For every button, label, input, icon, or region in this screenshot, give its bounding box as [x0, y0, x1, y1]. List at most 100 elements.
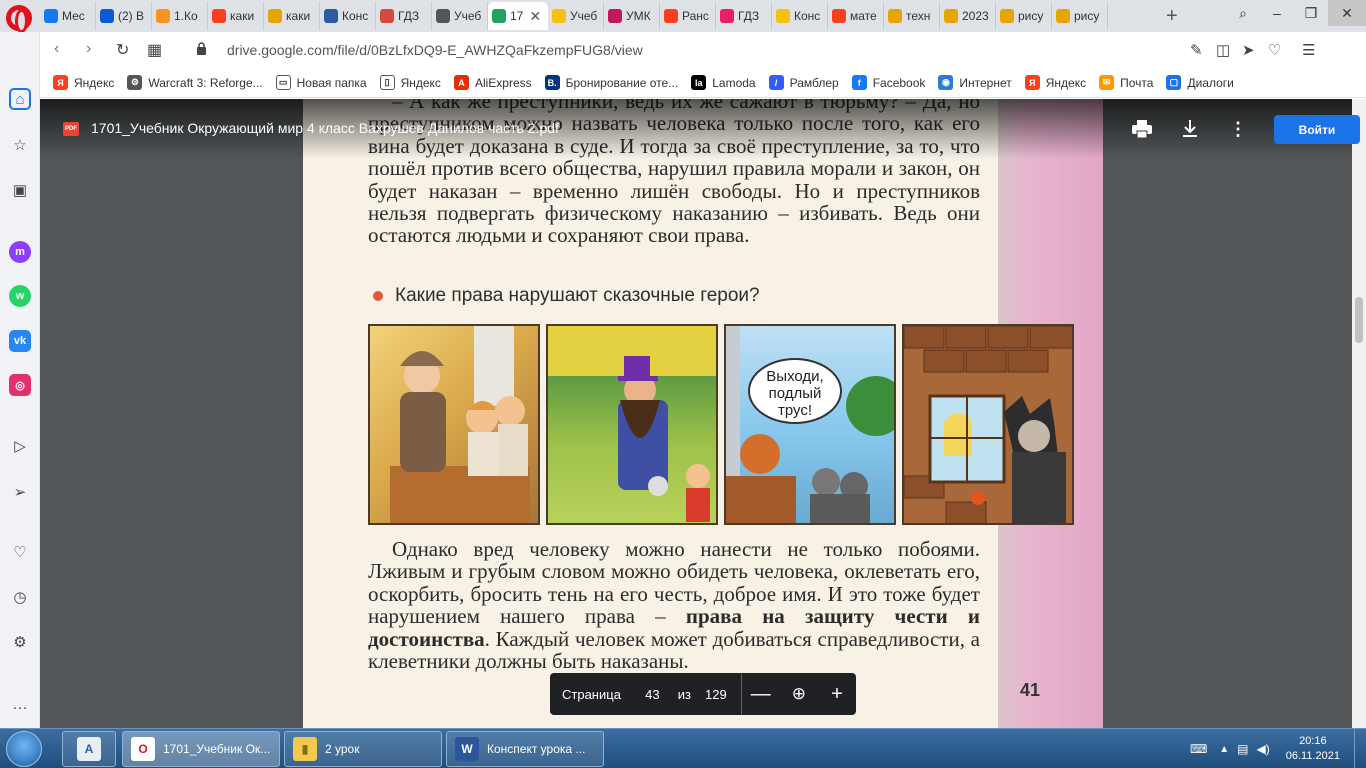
- tab[interactable]: ГДЗ: [716, 2, 772, 30]
- print-icon[interactable]: [1130, 117, 1154, 141]
- tab[interactable]: УМК: [604, 2, 660, 30]
- bookmark-item[interactable]: f Facebook: [851, 75, 925, 90]
- taskbar-app[interactable]: O 1701_Учебник Ок...: [122, 731, 280, 767]
- more-options-icon[interactable]: ⋮: [1226, 117, 1250, 141]
- tab[interactable]: мате: [828, 2, 884, 30]
- whatsapp-icon[interactable]: w: [9, 285, 31, 307]
- tab-grid-icon[interactable]: ▦: [147, 40, 162, 60]
- tab[interactable]: рису: [1052, 2, 1108, 30]
- tab[interactable]: 2023: [940, 2, 996, 30]
- heart-icon[interactable]: ♡: [9, 541, 31, 563]
- close-tab-icon[interactable]: ✕: [529, 8, 541, 25]
- keyboard-icon[interactable]: ⌨: [1190, 742, 1207, 756]
- easy-setup-icon[interactable]: ☰: [1302, 41, 1315, 59]
- more-icon[interactable]: ···: [9, 696, 31, 718]
- tab[interactable]: Учеб: [432, 2, 488, 30]
- flow-icon[interactable]: ➢: [9, 481, 31, 503]
- grandmother-hits-children-illustration: [390, 326, 530, 523]
- search-tabs-icon[interactable]: ⌕: [1226, 0, 1260, 26]
- bookmark-item[interactable]: A AliExpress: [453, 75, 532, 90]
- tab[interactable]: рису: [996, 2, 1052, 30]
- settings-icon[interactable]: ⚙: [9, 631, 31, 653]
- tab[interactable]: Конс: [320, 2, 376, 30]
- bookmark-item[interactable]: la Lamoda: [691, 75, 756, 90]
- download-icon[interactable]: [1178, 117, 1202, 141]
- tab-label: Мес: [62, 9, 85, 23]
- tab[interactable]: (2) В: [96, 2, 152, 30]
- bookmark-item[interactable]: Я Яндекс: [53, 75, 114, 90]
- network-icon[interactable]: ▤: [1237, 742, 1248, 756]
- address-bar: ‹ › ↻ ▦ drive.google.com/file/d/0BzLfxDQ…: [40, 32, 1366, 68]
- star-icon[interactable]: ☆: [9, 134, 31, 156]
- zoom-icon[interactable]: ⊕: [780, 684, 818, 704]
- back-icon[interactable]: ‹: [54, 40, 59, 58]
- bookmark-item[interactable]: ✉ Почта: [1099, 75, 1153, 90]
- umk-icon: [608, 9, 622, 23]
- viewer-scrollbar[interactable]: [1352, 99, 1366, 728]
- tab[interactable]: 17 ✕: [488, 2, 548, 30]
- taskbar-pinned-app[interactable]: A: [62, 731, 116, 767]
- bookmark-label: Бронирование оте...: [565, 75, 679, 90]
- lock-icon[interactable]: [196, 42, 207, 55]
- bookmark-item[interactable]: ▯ Яндекс: [379, 75, 441, 90]
- tab[interactable]: каки: [208, 2, 264, 30]
- tab-strip: Мес (2) В 1.Ко каки каки Конс ГДЗ Учеб 17 ✕ Учеб УМ…: [0, 0, 1366, 33]
- new-tab-icon[interactable]: +: [1166, 5, 1178, 28]
- pdf-viewer[interactable]: – А как же преступники, ведь их же сажаю…: [40, 99, 1366, 728]
- show-hidden-icon[interactable]: ▲: [1219, 744, 1229, 755]
- url-input[interactable]: drive.google.com/file/d/0BzLfxDQ9-E_AWHZ…: [227, 42, 643, 58]
- zoom-in-icon[interactable]: +: [818, 683, 856, 706]
- comic-strip: Выходи, подлый трус!: [368, 324, 1074, 525]
- taskbar-app[interactable]: W Конспект урока ...: [446, 731, 604, 767]
- heart-icon[interactable]: ♡: [1268, 41, 1281, 59]
- image-icon: [888, 9, 902, 23]
- close-window-icon[interactable]: ✕: [1328, 0, 1366, 26]
- player-icon[interactable]: ▷: [9, 435, 31, 457]
- tab[interactable]: ГДЗ: [376, 2, 432, 30]
- send-icon[interactable]: ➤: [1242, 41, 1255, 59]
- history-icon[interactable]: ◷: [9, 586, 31, 608]
- forward-icon[interactable]: ›: [86, 40, 91, 58]
- reload-icon[interactable]: ↻: [116, 40, 129, 60]
- bookmark-item[interactable]: ▭ Новая папка: [275, 75, 367, 90]
- clock[interactable]: 20:16 06.11.2021: [1286, 734, 1340, 764]
- instagram-icon[interactable]: ◎: [9, 374, 31, 396]
- zoom-out-icon[interactable]: —: [742, 683, 780, 706]
- edit-icon[interactable]: ✎: [1190, 41, 1203, 59]
- home-icon[interactable]: ⌂: [9, 88, 31, 110]
- vk-icon[interactable]: vk: [9, 330, 31, 352]
- bookmark-item[interactable]: ▢ Диалоги: [1166, 75, 1234, 90]
- minimize-icon[interactable]: –: [1260, 0, 1294, 26]
- restore-icon[interactable]: ❐: [1294, 0, 1328, 26]
- scrollbar-thumb[interactable]: [1355, 297, 1363, 343]
- tab-label: рису: [1074, 9, 1100, 23]
- start-button[interactable]: [6, 731, 42, 767]
- bookmark-item[interactable]: ⚙ Warcraft 3: Reforge...: [127, 75, 263, 90]
- aliexpress-icon: A: [453, 75, 469, 90]
- show-desktop-button[interactable]: [1354, 729, 1366, 768]
- file-title: 1701_Учебник Окружающий мир 4 класс Вахр…: [91, 120, 559, 136]
- bookmark-item[interactable]: ◉ Интернет: [938, 75, 1012, 90]
- tab[interactable]: Мес: [40, 2, 96, 30]
- bookmark-item[interactable]: / Рамблер: [768, 75, 839, 90]
- opera-menu-icon[interactable]: [6, 5, 32, 33]
- volume-icon[interactable]: ◀): [1257, 742, 1270, 756]
- messenger-icon[interactable]: m: [9, 241, 31, 263]
- tab[interactable]: Конс: [772, 2, 828, 30]
- taskbar-app[interactable]: ▮ 2 урок: [284, 731, 442, 767]
- tab[interactable]: каки: [264, 2, 320, 30]
- page-number-input[interactable]: 43: [641, 687, 664, 702]
- tab[interactable]: техн: [884, 2, 940, 30]
- tab[interactable]: 1.Ко: [152, 2, 208, 30]
- bookmark-item[interactable]: B. Бронирование оте...: [544, 75, 679, 90]
- rambler-icon: /: [768, 75, 784, 90]
- tab[interactable]: Учеб: [548, 2, 604, 30]
- tab[interactable]: Ранс: [660, 2, 716, 30]
- tab-label: рису: [1018, 9, 1044, 23]
- camera-icon[interactable]: ◫: [1216, 41, 1230, 59]
- bookmark-item[interactable]: Я Яндекс: [1024, 75, 1086, 90]
- folder-icon: ▮: [293, 737, 317, 761]
- bookmark-label: Яндекс: [400, 75, 441, 90]
- briefcase-icon[interactable]: ▣: [9, 179, 31, 201]
- sign-in-button[interactable]: Войти: [1274, 115, 1360, 144]
